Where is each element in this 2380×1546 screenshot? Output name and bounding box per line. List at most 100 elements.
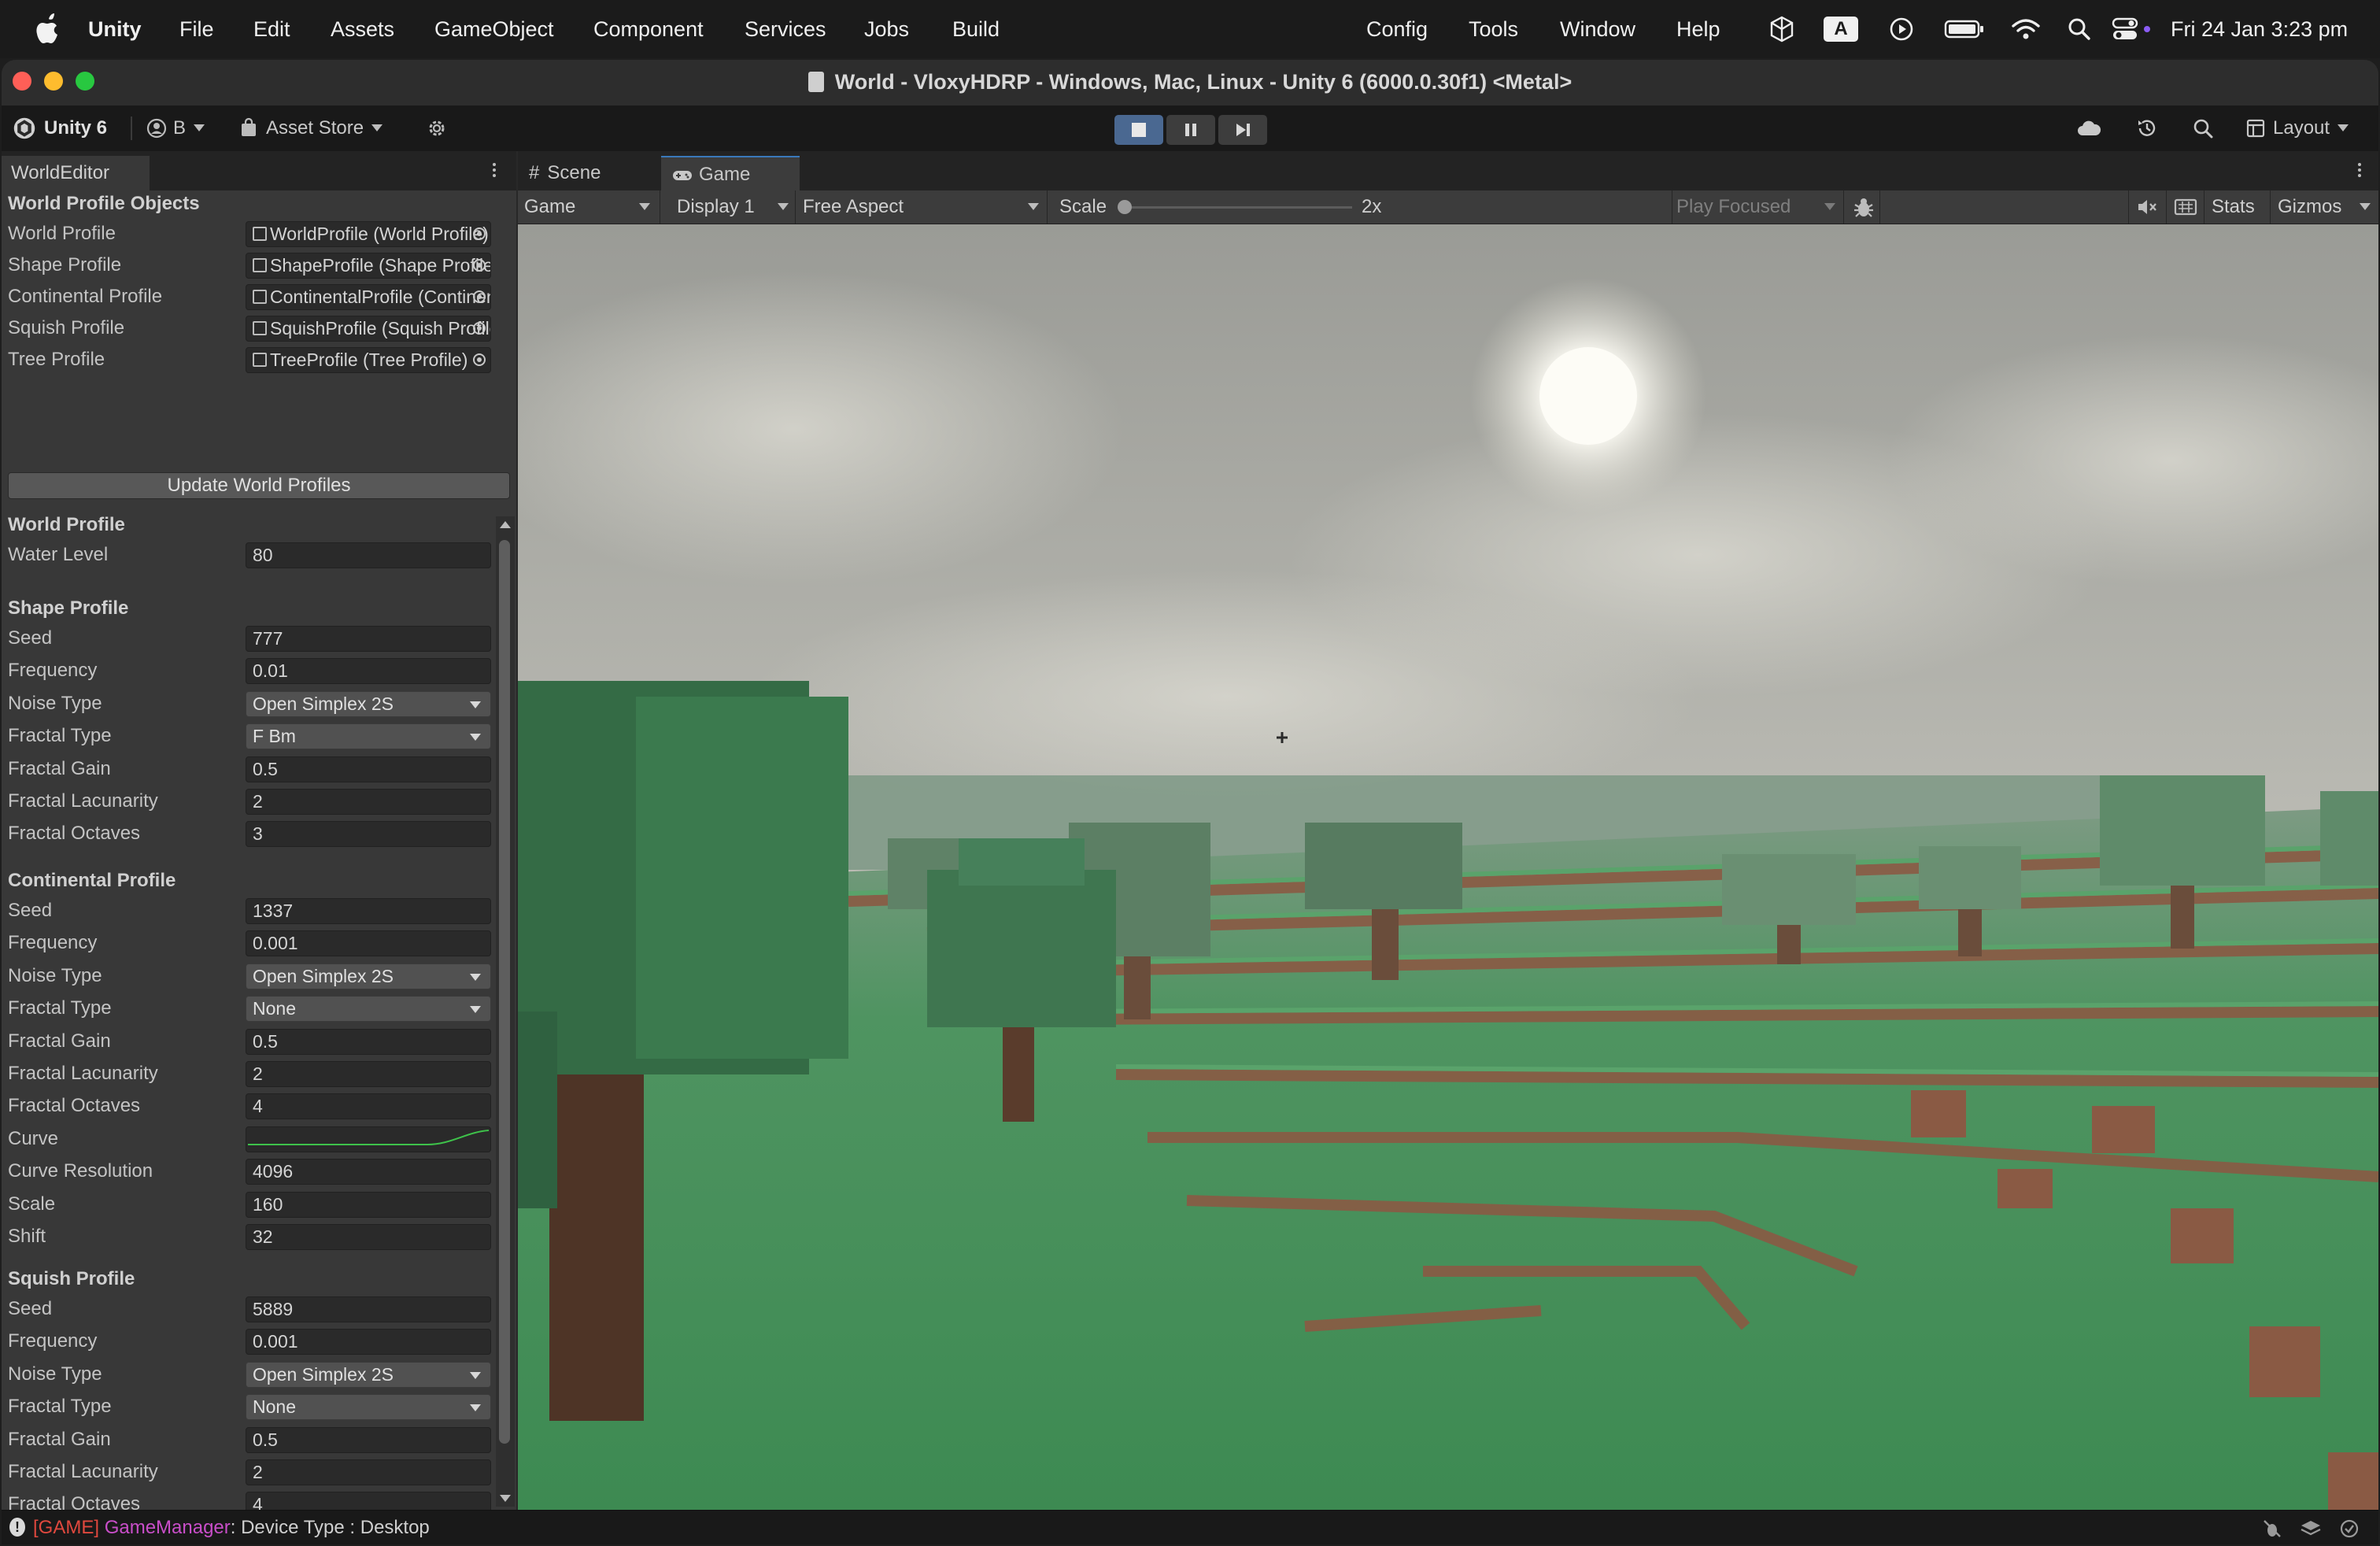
console-last-message[interactable]: [GAME] GameManager: Device Type : Deskto…	[33, 1515, 430, 1540]
shape-profile-object-field[interactable]: ShapeProfile (Shape Profile)	[246, 253, 491, 279]
stop-button[interactable]	[1114, 115, 1163, 145]
noise-type-dropdown[interactable]: Open Simplex 2S	[246, 963, 491, 989]
seed-field[interactable]: 5889	[246, 1296, 491, 1322]
mute-audio-icon[interactable]	[2136, 197, 2158, 221]
fractal-lacunarity-field[interactable]: 2	[246, 789, 491, 815]
apple-icon[interactable]	[31, 11, 63, 46]
frequency-field[interactable]: 0.001	[246, 930, 491, 956]
menu-gameobject[interactable]: GameObject	[434, 16, 554, 43]
chevron-down-icon	[1028, 203, 1039, 210]
view-menu-icon[interactable]	[2358, 161, 2363, 179]
scrollbar-thumb[interactable]	[499, 540, 510, 1444]
keyboard-shortcuts-icon[interactable]	[2174, 197, 2197, 221]
world-profile-object-field[interactable]: WorldProfile (World Profile)	[246, 221, 491, 247]
input-source-icon[interactable]: A	[1823, 14, 1859, 44]
menu-edit[interactable]: Edit	[253, 16, 290, 43]
check-circle-icon[interactable]	[2339, 1518, 2360, 1543]
play-focus-dropdown[interactable]: Play Focused	[1676, 194, 1791, 220]
water-level-field[interactable]: 80	[246, 542, 491, 568]
property-row: Fractal Gain 0.5	[2, 754, 505, 784]
battery-icon[interactable]	[1942, 14, 1986, 44]
wifi-icon[interactable]	[2010, 14, 2042, 44]
bug-icon[interactable]	[1853, 197, 1875, 223]
menu-build[interactable]: Build	[952, 16, 1000, 43]
curve-resolution-field[interactable]: 4096	[246, 1159, 491, 1185]
stats-button[interactable]: Stats	[2212, 194, 2255, 220]
seed-field[interactable]: 1337	[246, 898, 491, 924]
game-mode-dropdown[interactable]: Game	[524, 194, 575, 220]
menu-config[interactable]: Config	[1366, 16, 1428, 43]
menu-help[interactable]: Help	[1676, 16, 1720, 43]
continental-profile-object-field[interactable]: ContinentalProfile (Continental Profile)	[246, 284, 491, 310]
noise-type-dropdown[interactable]: Open Simplex 2S	[246, 691, 491, 717]
debug-mode-icon[interactable]	[2262, 1518, 2282, 1543]
fractal-octaves-field[interactable]: 3	[246, 821, 491, 847]
panel-menu-icon[interactable]	[493, 161, 497, 179]
squish-profile-object-field[interactable]: SquishProfile (Squish Profile)	[246, 316, 491, 342]
fractal-lacunarity-field[interactable]: 2	[246, 1459, 491, 1485]
object-picker-icon[interactable]	[473, 290, 486, 303]
tab-scene[interactable]: # Scene	[518, 156, 656, 190]
menu-window[interactable]: Window	[1560, 16, 1635, 43]
property-row: Noise Type Open Simplex 2S	[2, 689, 505, 719]
fractal-octaves-field[interactable]: 4	[246, 1093, 491, 1119]
settings-gear-button[interactable]	[427, 115, 447, 142]
menu-app-name[interactable]: Unity	[88, 16, 142, 43]
fractal-gain-field[interactable]: 0.5	[246, 1029, 491, 1055]
scale-field[interactable]: 160	[246, 1192, 491, 1218]
frequency-field[interactable]: 0.001	[246, 1329, 491, 1355]
menu-services[interactable]: Services	[745, 16, 826, 43]
frequency-field[interactable]: 0.01	[246, 658, 491, 684]
play-circle-icon[interactable]	[1886, 14, 1917, 44]
game-viewport[interactable]	[518, 224, 2378, 1510]
fractal-type-dropdown[interactable]: None	[246, 1394, 491, 1420]
noise-type-dropdown[interactable]: Open Simplex 2S	[246, 1362, 491, 1388]
account-dropdown[interactable]: B	[146, 115, 205, 142]
curve-field[interactable]	[246, 1126, 491, 1152]
layout-dropdown[interactable]: Layout	[2246, 115, 2349, 142]
fractal-type-dropdown[interactable]: F Bm	[246, 723, 491, 749]
gizmos-button[interactable]: Gizmos	[2278, 194, 2341, 220]
layers-icon[interactable]	[2300, 1518, 2322, 1543]
property-row: Frequency 0.001	[2, 928, 505, 958]
panel-scrollbar[interactable]	[496, 516, 515, 1507]
control-center-icon[interactable]	[2111, 14, 2153, 44]
chevron-down-icon	[371, 124, 383, 131]
editor-search-button[interactable]	[2193, 115, 2213, 142]
menu-jobs[interactable]: Jobs	[864, 16, 909, 43]
menubar-clock[interactable]: Fri 24 Jan 3:23 pm	[2171, 16, 2348, 43]
cloud-button[interactable]	[2076, 115, 2101, 142]
seed-field[interactable]: 777	[246, 626, 491, 652]
menu-file[interactable]: File	[179, 16, 214, 43]
scale-slider-track[interactable]	[1124, 206, 1352, 209]
unity-cube-icon[interactable]	[1766, 14, 1798, 44]
aspect-dropdown[interactable]: Free Aspect	[803, 194, 904, 220]
pause-button[interactable]	[1166, 115, 1215, 145]
update-world-profiles-button[interactable]: Update World Profiles	[8, 472, 510, 499]
menu-assets[interactable]: Assets	[331, 16, 394, 43]
object-picker-icon[interactable]	[473, 322, 486, 335]
fractal-gain-field[interactable]: 0.5	[246, 756, 491, 782]
unity-version-button[interactable]: Unity 6	[13, 115, 107, 142]
scale-slider-thumb[interactable]	[1118, 200, 1132, 214]
object-picker-icon[interactable]	[473, 227, 486, 240]
object-picker-icon[interactable]	[473, 259, 486, 272]
history-button[interactable]	[2136, 115, 2158, 142]
asset-store-dropdown[interactable]: Asset Store	[239, 115, 383, 142]
tree-profile-object-field[interactable]: TreeProfile (Tree Profile)	[246, 347, 491, 373]
console-status-bar[interactable]: ! [GAME] GameManager: Device Type : Desk…	[2, 1510, 2378, 1544]
tab-game[interactable]: Game	[661, 156, 800, 190]
menu-tools[interactable]: Tools	[1469, 16, 1518, 43]
object-picker-icon[interactable]	[473, 353, 486, 366]
tab-world-editor[interactable]: WorldEditor	[2, 156, 150, 190]
shift-field[interactable]: 32	[246, 1224, 491, 1250]
display-dropdown[interactable]: Display 1	[677, 194, 755, 220]
fractal-lacunarity-field[interactable]: 2	[246, 1061, 491, 1087]
fractal-gain-field[interactable]: 0.5	[246, 1427, 491, 1453]
scroll-down-icon[interactable]	[500, 1495, 511, 1502]
menu-component[interactable]: Component	[593, 16, 704, 43]
scroll-up-icon[interactable]	[500, 521, 511, 528]
fractal-type-dropdown[interactable]: None	[246, 996, 491, 1022]
search-icon[interactable]	[2065, 14, 2094, 44]
step-button[interactable]	[1218, 115, 1267, 145]
